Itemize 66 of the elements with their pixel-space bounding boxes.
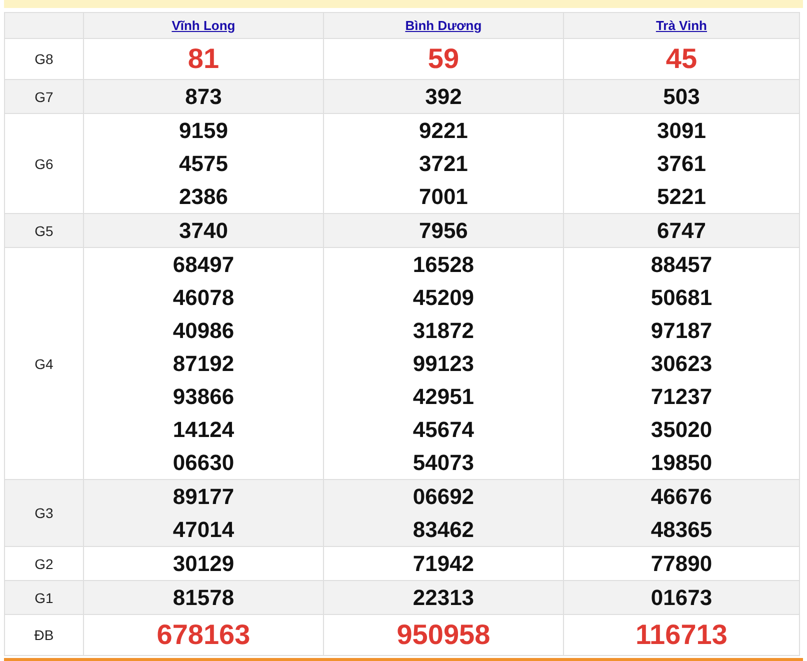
result-number: 950958 <box>396 619 490 650</box>
result-number: 88457 <box>650 252 712 277</box>
result-number: 50681 <box>650 285 712 310</box>
result-number: 68497 <box>172 252 234 277</box>
result-number: 9159 <box>179 118 228 143</box>
result-number: 3761 <box>656 151 706 176</box>
result-number: 3091 <box>656 118 706 143</box>
result-number: 678163 <box>156 619 250 650</box>
result-number: 89177 <box>172 484 234 509</box>
result-number: 22313 <box>412 585 474 610</box>
result-number: 40986 <box>172 318 234 343</box>
result-number: 93866 <box>172 384 234 409</box>
province-link[interactable]: Vĩnh Long <box>172 18 236 32</box>
result-number: 14124 <box>172 417 234 442</box>
result-number: 77890 <box>650 551 712 576</box>
province-link[interactable]: Trà Vinh <box>656 18 707 32</box>
prize-label: G3 <box>34 505 54 521</box>
result-number: 48365 <box>650 517 712 542</box>
result-number: 59 <box>428 43 460 74</box>
result-number: 45674 <box>412 417 474 442</box>
result-number: 01673 <box>650 585 712 610</box>
result-number: 87192 <box>172 351 234 376</box>
result-number: 5221 <box>656 184 706 209</box>
result-number: 06692 <box>412 484 474 509</box>
result-number: 7956 <box>418 218 468 243</box>
result-number: 45209 <box>412 285 474 310</box>
result-number: 2386 <box>179 184 228 209</box>
result-number: 116713 <box>636 619 728 650</box>
prize-label: G8 <box>34 51 54 67</box>
prize-label: G4 <box>34 356 54 372</box>
result-number: 71942 <box>412 551 474 576</box>
result-number: 873 <box>185 84 222 109</box>
result-number: 19850 <box>650 450 712 475</box>
result-number: 81 <box>188 43 220 74</box>
result-number: 30623 <box>650 351 712 376</box>
result-number: 31872 <box>412 318 474 343</box>
result-number: 42951 <box>412 384 474 409</box>
result-number: 7001 <box>418 184 468 209</box>
result-number: 4575 <box>179 151 228 176</box>
result-number: 392 <box>425 84 462 109</box>
result-number: 3721 <box>418 151 468 176</box>
result-number: 99123 <box>412 351 474 376</box>
result-number: 45 <box>666 43 698 74</box>
prize-label: G2 <box>34 556 54 572</box>
prize-label: G6 <box>34 156 54 172</box>
province-link[interactable]: Bình Dương <box>405 18 482 32</box>
result-number: 83462 <box>412 517 474 542</box>
result-number: 06630 <box>172 450 234 475</box>
result-number: 81578 <box>172 585 234 610</box>
result-number: 71237 <box>650 384 712 409</box>
result-number: 9221 <box>418 118 468 143</box>
result-number: 46078 <box>172 285 234 310</box>
prize-label: G7 <box>34 88 54 104</box>
result-number: 35020 <box>650 417 712 442</box>
result-number: 503 <box>663 84 700 109</box>
result-number: 6747 <box>656 218 706 243</box>
result-number: 54073 <box>412 450 474 475</box>
result-number: 46676 <box>650 484 712 509</box>
prize-label: ĐB <box>34 627 54 643</box>
result-number: 16528 <box>412 252 474 277</box>
result-number: 47014 <box>172 517 234 542</box>
prize-label: G5 <box>34 222 54 238</box>
result-number: 97187 <box>650 318 712 343</box>
result-number: 3740 <box>179 218 228 243</box>
prize-label: G1 <box>34 590 54 606</box>
result-number: 30129 <box>172 551 234 576</box>
